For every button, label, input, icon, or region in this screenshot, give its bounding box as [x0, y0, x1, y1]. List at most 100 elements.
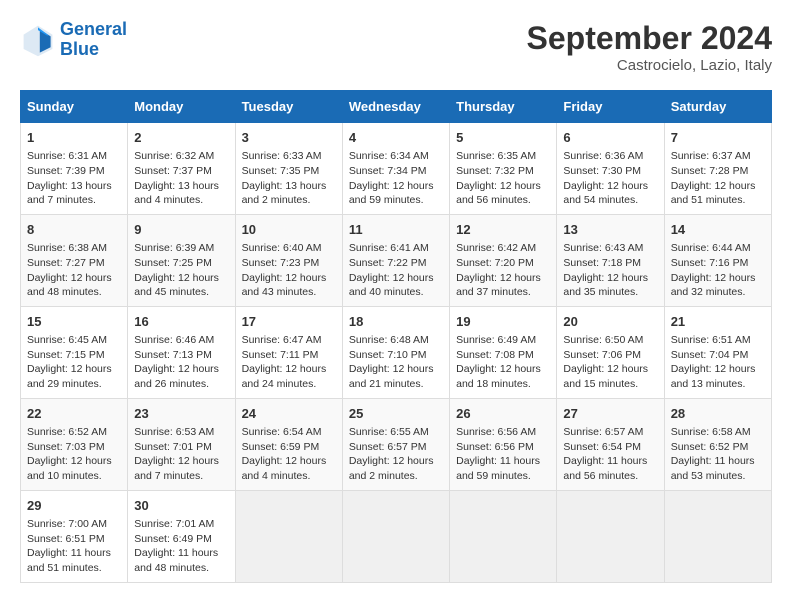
day-info-line: and 54 minutes.	[563, 193, 657, 208]
calendar-cell: 4Sunrise: 6:34 AMSunset: 7:34 PMDaylight…	[342, 123, 449, 215]
day-number: 3	[242, 129, 336, 147]
calendar-cell: 20Sunrise: 6:50 AMSunset: 7:06 PMDayligh…	[557, 306, 664, 398]
day-info-line: Daylight: 13 hours	[242, 179, 336, 194]
day-number: 22	[27, 405, 121, 423]
day-info-line: Sunrise: 6:50 AM	[563, 333, 657, 348]
calendar-cell: 7Sunrise: 6:37 AMSunset: 7:28 PMDaylight…	[664, 123, 771, 215]
day-info-line: Sunset: 7:18 PM	[563, 256, 657, 271]
day-info-line: Sunrise: 6:47 AM	[242, 333, 336, 348]
day-info-line: Sunset: 7:39 PM	[27, 164, 121, 179]
day-info-line: and 18 minutes.	[456, 377, 550, 392]
calendar-cell	[664, 490, 771, 582]
day-info-line: Sunset: 7:27 PM	[27, 256, 121, 271]
day-number: 15	[27, 313, 121, 331]
day-number: 28	[671, 405, 765, 423]
day-info-line: Sunset: 6:51 PM	[27, 532, 121, 547]
day-number: 12	[456, 221, 550, 239]
calendar-cell: 26Sunrise: 6:56 AMSunset: 6:56 PMDayligh…	[450, 398, 557, 490]
calendar-cell: 14Sunrise: 6:44 AMSunset: 7:16 PMDayligh…	[664, 214, 771, 306]
day-info-line: Sunset: 6:56 PM	[456, 440, 550, 455]
day-info-line: Daylight: 13 hours	[27, 179, 121, 194]
day-info-line: Sunrise: 6:40 AM	[242, 241, 336, 256]
day-info-line: Daylight: 12 hours	[134, 271, 228, 286]
header-wednesday: Wednesday	[342, 91, 449, 123]
calendar-body: 1Sunrise: 6:31 AMSunset: 7:39 PMDaylight…	[21, 123, 772, 583]
day-info-line: Daylight: 11 hours	[134, 546, 228, 561]
day-info-line: Daylight: 11 hours	[27, 546, 121, 561]
day-info-line: Sunset: 7:06 PM	[563, 348, 657, 363]
day-info-line: Daylight: 12 hours	[349, 179, 443, 194]
day-info-line: and 15 minutes.	[563, 377, 657, 392]
day-info-line: Sunset: 7:37 PM	[134, 164, 228, 179]
day-info-line: Daylight: 12 hours	[242, 362, 336, 377]
day-info-line: Sunrise: 6:37 AM	[671, 149, 765, 164]
day-number: 29	[27, 497, 121, 515]
calendar-cell: 22Sunrise: 6:52 AMSunset: 7:03 PMDayligh…	[21, 398, 128, 490]
day-info-line: and 7 minutes.	[134, 469, 228, 484]
header-sunday: Sunday	[21, 91, 128, 123]
day-info-line: Sunset: 7:32 PM	[456, 164, 550, 179]
calendar-cell	[342, 490, 449, 582]
calendar-cell: 21Sunrise: 6:51 AMSunset: 7:04 PMDayligh…	[664, 306, 771, 398]
calendar-cell: 13Sunrise: 6:43 AMSunset: 7:18 PMDayligh…	[557, 214, 664, 306]
calendar-cell: 11Sunrise: 6:41 AMSunset: 7:22 PMDayligh…	[342, 214, 449, 306]
day-info-line: Sunset: 6:49 PM	[134, 532, 228, 547]
day-info-line: Sunset: 7:23 PM	[242, 256, 336, 271]
calendar-cell	[235, 490, 342, 582]
day-info-line: and 10 minutes.	[27, 469, 121, 484]
calendar-cell	[557, 490, 664, 582]
day-info-line: Sunrise: 6:42 AM	[456, 241, 550, 256]
day-info-line: Sunset: 7:22 PM	[349, 256, 443, 271]
day-info-line: and 56 minutes.	[563, 469, 657, 484]
day-number: 2	[134, 129, 228, 147]
day-info-line: Daylight: 11 hours	[456, 454, 550, 469]
day-info-line: Daylight: 12 hours	[349, 362, 443, 377]
page-header: General Blue September 2024 Castrocielo,…	[20, 20, 772, 74]
day-info-line: Daylight: 12 hours	[242, 454, 336, 469]
day-info-line: and 21 minutes.	[349, 377, 443, 392]
day-info-line: Daylight: 12 hours	[456, 362, 550, 377]
day-info-line: Sunrise: 6:51 AM	[671, 333, 765, 348]
day-info-line: and 59 minutes.	[349, 193, 443, 208]
calendar-cell: 12Sunrise: 6:42 AMSunset: 7:20 PMDayligh…	[450, 214, 557, 306]
month-title: September 2024	[527, 20, 772, 57]
day-info-line: and 2 minutes.	[349, 469, 443, 484]
calendar-cell: 28Sunrise: 6:58 AMSunset: 6:52 PMDayligh…	[664, 398, 771, 490]
day-info-line: and 35 minutes.	[563, 285, 657, 300]
header-saturday: Saturday	[664, 91, 771, 123]
day-info-line: Sunrise: 6:32 AM	[134, 149, 228, 164]
day-info-line: Sunrise: 6:38 AM	[27, 241, 121, 256]
day-number: 18	[349, 313, 443, 331]
calendar-cell: 30Sunrise: 7:01 AMSunset: 6:49 PMDayligh…	[128, 490, 235, 582]
calendar-cell: 24Sunrise: 6:54 AMSunset: 6:59 PMDayligh…	[235, 398, 342, 490]
day-info-line: Sunset: 6:52 PM	[671, 440, 765, 455]
day-info-line: Sunrise: 6:53 AM	[134, 425, 228, 440]
day-number: 1	[27, 129, 121, 147]
day-number: 27	[563, 405, 657, 423]
calendar-cell: 18Sunrise: 6:48 AMSunset: 7:10 PMDayligh…	[342, 306, 449, 398]
day-info-line: Sunset: 7:01 PM	[134, 440, 228, 455]
day-number: 17	[242, 313, 336, 331]
day-info-line: Daylight: 11 hours	[671, 454, 765, 469]
day-info-line: and 24 minutes.	[242, 377, 336, 392]
day-info-line: Daylight: 12 hours	[27, 362, 121, 377]
day-info-line: Sunrise: 6:52 AM	[27, 425, 121, 440]
day-info-line: Sunrise: 6:48 AM	[349, 333, 443, 348]
day-info-line: Sunset: 7:04 PM	[671, 348, 765, 363]
day-number: 14	[671, 221, 765, 239]
day-info-line: Sunset: 6:57 PM	[349, 440, 443, 455]
day-info-line: Daylight: 12 hours	[349, 454, 443, 469]
calendar-header-row: Sunday Monday Tuesday Wednesday Thursday…	[21, 91, 772, 123]
logo-text: General Blue	[60, 20, 127, 60]
day-info-line: Sunrise: 6:41 AM	[349, 241, 443, 256]
day-number: 23	[134, 405, 228, 423]
day-info-line: Sunrise: 6:45 AM	[27, 333, 121, 348]
day-info-line: Sunrise: 6:31 AM	[27, 149, 121, 164]
calendar-cell: 6Sunrise: 6:36 AMSunset: 7:30 PMDaylight…	[557, 123, 664, 215]
day-info-line: Sunset: 7:30 PM	[563, 164, 657, 179]
day-info-line: and 26 minutes.	[134, 377, 228, 392]
day-info-line: Daylight: 12 hours	[671, 271, 765, 286]
day-number: 8	[27, 221, 121, 239]
day-info-line: Sunset: 7:11 PM	[242, 348, 336, 363]
day-info-line: Sunset: 7:16 PM	[671, 256, 765, 271]
